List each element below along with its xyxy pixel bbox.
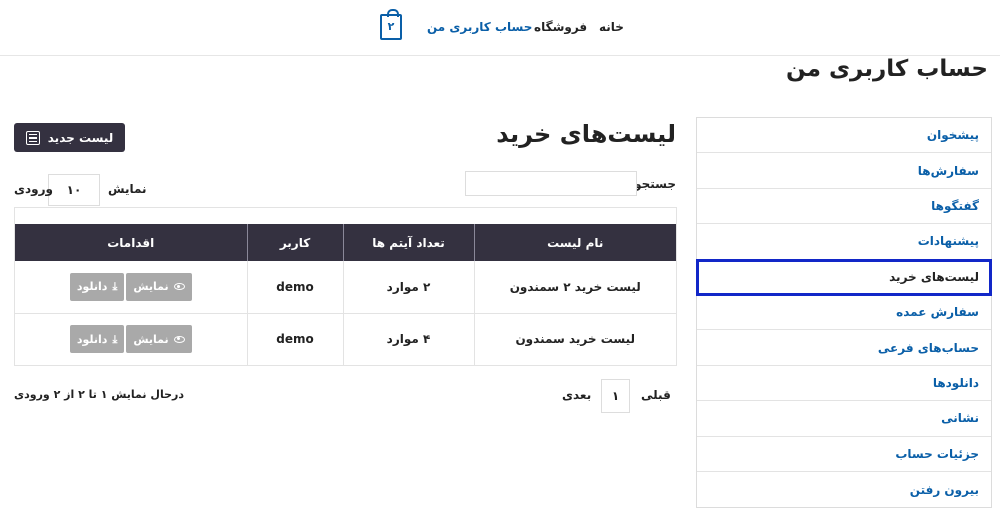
sidebar-item-sub-accounts[interactable]: حساب‌های فرعی: [697, 330, 991, 366]
search-input[interactable]: [465, 171, 637, 196]
download-icon: ⤓: [112, 332, 118, 346]
page-title: حساب کاربری من: [786, 56, 988, 82]
section-title: لیست‌های خرید: [496, 120, 676, 148]
download-icon: ⤓: [112, 280, 118, 294]
nav-my-account-link[interactable]: حساب کاربری من: [427, 20, 532, 34]
sidebar-item-downloads[interactable]: دانلودها: [697, 366, 991, 402]
view-label: نمایش: [133, 332, 169, 346]
pagination-page-1[interactable]: ۱: [601, 379, 630, 413]
shopping-lists-table-container: نام لیست تعداد آیتم ها کاربر اقدامات لیس…: [14, 207, 677, 366]
header-user[interactable]: کاربر: [246, 224, 343, 261]
cell-user: demo: [246, 261, 343, 314]
cell-item-count: ۴ موارد: [342, 313, 474, 365]
view-button[interactable]: نمایش: [126, 272, 192, 301]
cart-bag-icon[interactable]: ۲: [380, 9, 402, 40]
show-label: نمایش: [108, 182, 147, 196]
view-button[interactable]: نمایش: [126, 325, 192, 354]
sidebar-item-addresses[interactable]: نشانی: [697, 401, 991, 437]
cell-user: demo: [246, 313, 343, 365]
table-row: لیست خرید سمندون ۴ موارد demo نمایش ⤓ دا…: [15, 313, 676, 365]
entries-per-page-select[interactable]: ۱۰: [48, 174, 100, 206]
pagination-previous[interactable]: قبلی: [641, 388, 671, 402]
download-label: دانلود: [76, 332, 108, 346]
pagination-next[interactable]: بعدی: [562, 388, 591, 402]
entries-label: ورودی: [14, 182, 53, 196]
sidebar-item-shopping-lists[interactable]: لیست‌های خرید: [696, 258, 992, 296]
cell-actions: نمایش ⤓ دانلود: [15, 261, 247, 314]
sidebar-item-dashboard[interactable]: پیشخوان: [697, 118, 991, 154]
table-row: لیست خرید ۲ سمندون ۲ موارد demo نمایش ⤓ …: [15, 261, 676, 314]
download-button[interactable]: ⤓ دانلود: [69, 272, 125, 301]
header-actions: اقدامات: [15, 224, 247, 261]
table-info-text: درحال نمایش ۱ تا ۲ از ۲ ورودی: [14, 388, 184, 401]
account-sidebar: پیشخوان سفارش‌ها گفتگوها پیشنهادات لیست‌…: [696, 117, 992, 509]
table-header-row: نام لیست تعداد آیتم ها کاربر اقدامات: [15, 224, 676, 261]
header-item-count[interactable]: تعداد آیتم ها: [342, 224, 474, 261]
sidebar-item-logout[interactable]: بیرون رفتن: [697, 472, 991, 507]
shopping-lists-table: نام لیست تعداد آیتم ها کاربر اقدامات لیس…: [15, 224, 676, 365]
cell-actions: نمایش ⤓ دانلود: [15, 313, 247, 365]
sidebar-item-conversations[interactable]: گفتگوها: [697, 189, 991, 225]
eye-icon: [173, 335, 185, 343]
header-list-name[interactable]: نام لیست: [473, 224, 676, 261]
view-label: نمایش: [133, 280, 169, 294]
new-list-button[interactable]: لیست جدید: [14, 123, 125, 152]
sidebar-item-bulk-order[interactable]: سفارش عمده: [697, 295, 991, 331]
download-label: دانلود: [76, 280, 108, 294]
list-icon: [25, 130, 40, 145]
cart-count-badge: ۲: [387, 20, 395, 33]
download-button[interactable]: ⤓ دانلود: [69, 325, 125, 354]
top-navigation: خانه فروشگاه حساب کاربری من ۲: [0, 0, 1000, 56]
nav-home-link[interactable]: خانه: [599, 20, 624, 34]
sidebar-item-orders[interactable]: سفارش‌ها: [697, 153, 991, 189]
sidebar-item-account-details[interactable]: جزئیات حساب: [697, 437, 991, 472]
cell-list-name: لیست خرید سمندون: [473, 313, 676, 365]
sidebar-item-offers[interactable]: پیشنهادات: [697, 224, 991, 260]
nav-shop-link[interactable]: فروشگاه: [534, 20, 587, 34]
new-list-label: لیست جدید: [47, 130, 114, 145]
cell-list-name: لیست خرید ۲ سمندون: [473, 261, 676, 314]
eye-icon: [173, 283, 185, 291]
cell-item-count: ۲ موارد: [342, 261, 474, 314]
